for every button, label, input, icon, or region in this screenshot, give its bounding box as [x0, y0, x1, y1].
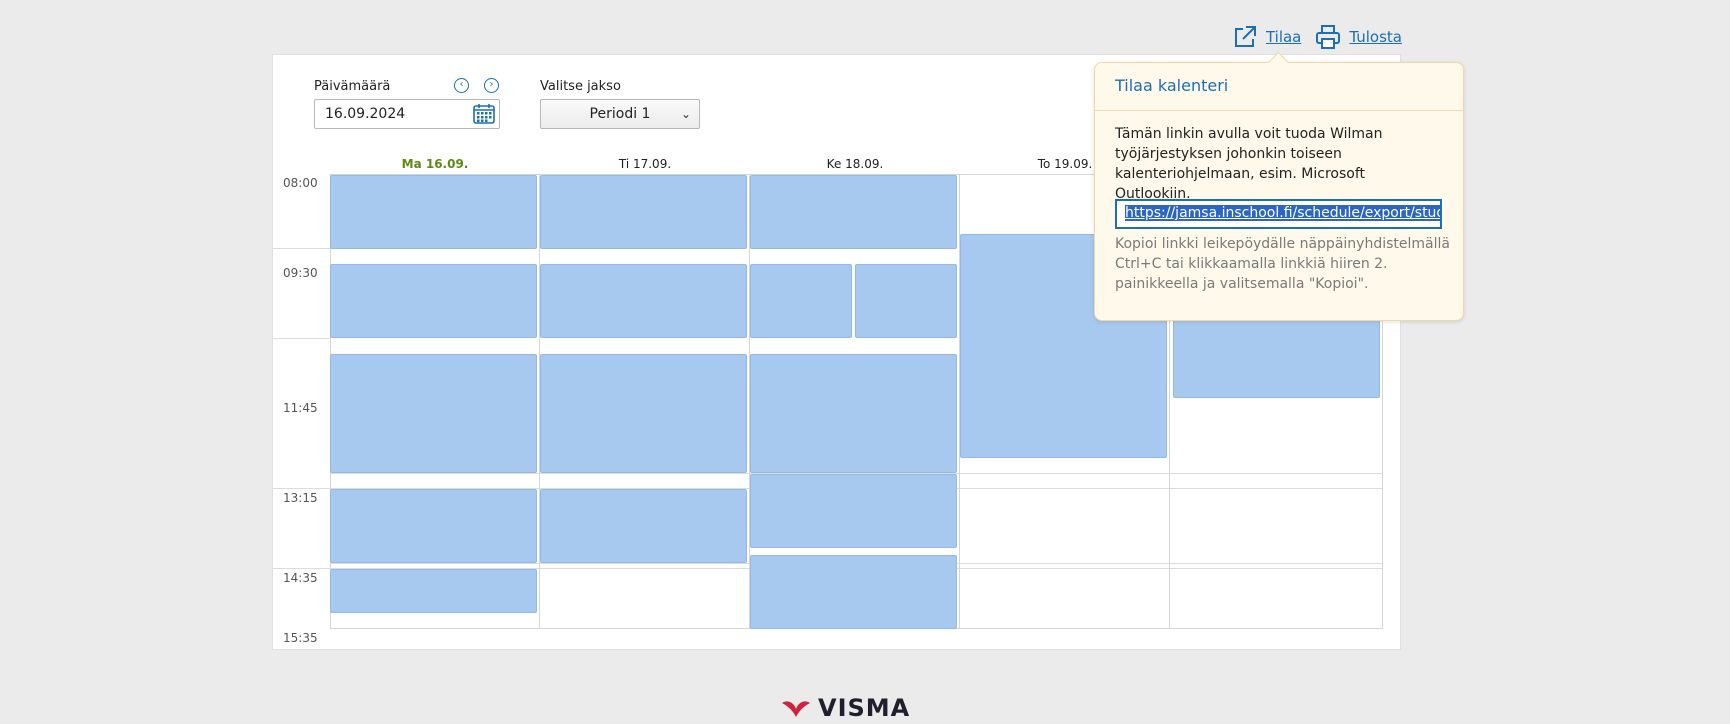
lesson-event[interactable]	[330, 354, 537, 473]
lesson-event[interactable]	[855, 264, 957, 338]
date-label: Päivämäärä	[314, 79, 391, 94]
previous-date-button[interactable]: ‹	[454, 78, 469, 93]
grid-line	[273, 248, 330, 249]
time-label: 14:35	[283, 571, 318, 585]
lesson-event[interactable]	[330, 175, 537, 249]
printer-icon	[1316, 25, 1341, 49]
period-value: Periodi 1	[589, 106, 651, 122]
lesson-event[interactable]	[330, 569, 537, 613]
next-date-button[interactable]: ›	[484, 78, 499, 93]
popup-title: Tilaa kalenteri	[1115, 76, 1229, 95]
lesson-event[interactable]	[750, 474, 957, 548]
day-header-tuesday: Ti 17.09.	[618, 157, 672, 171]
brand-name: VISMA	[818, 694, 911, 722]
date-input[interactable]: 16.09.2024	[314, 99, 500, 129]
subscribe-label[interactable]: Tilaa	[1266, 28, 1301, 46]
day-header-wednesday: Ke 18.09.	[826, 157, 884, 171]
lesson-event[interactable]	[540, 264, 747, 338]
time-label: 08:00	[283, 176, 318, 190]
popup-description: Tämän linkin avulla voit tuoda Wilman ty…	[1115, 126, 1383, 202]
print-label[interactable]: Tulosta	[1349, 28, 1402, 46]
visma-logo: VISMA	[780, 694, 910, 722]
popup-hint: Kopioi linkki leikepöydälle näppäinyhdis…	[1115, 236, 1450, 292]
print-link[interactable]: Tulosta	[1315, 24, 1402, 50]
chevron-down-icon: ⌄	[680, 107, 691, 121]
subscribe-calendar-popup: Tilaa kalenteri Tämän linkin avulla voit…	[1094, 62, 1464, 321]
period-label: Valitse jakso	[540, 79, 621, 94]
subscribe-link[interactable]: Tilaa	[1232, 24, 1301, 50]
lesson-event[interactable]	[330, 489, 537, 563]
time-label: 15:35	[283, 631, 318, 645]
time-label: 11:45	[283, 401, 318, 415]
external-link-icon	[1234, 26, 1256, 47]
lesson-event[interactable]	[750, 264, 852, 338]
lesson-event[interactable]	[750, 354, 957, 473]
lesson-event[interactable]	[540, 354, 747, 473]
period-select[interactable]: Periodi 1 ⌄	[540, 99, 700, 129]
calendar-url-text[interactable]: https://jamsa.inschool.fi/schedule/expor…	[1125, 205, 1440, 221]
lesson-event[interactable]	[540, 489, 747, 563]
calendar-url-field[interactable]: https://jamsa.inschool.fi/schedule/expor…	[1115, 199, 1442, 229]
date-value: 16.09.2024	[325, 106, 406, 122]
day-header-monday: Ma 16.09.	[401, 157, 469, 171]
lesson-event[interactable]	[750, 175, 957, 249]
visma-mark-icon	[782, 701, 810, 717]
calendar-icon[interactable]	[472, 103, 496, 125]
time-label: 09:30	[283, 266, 318, 280]
lesson-event[interactable]	[540, 175, 747, 249]
popup-divider	[1095, 110, 1463, 111]
lesson-event[interactable]	[330, 264, 537, 338]
lesson-event[interactable]	[750, 555, 957, 629]
grid-line	[273, 338, 330, 339]
time-label: 13:15	[283, 491, 318, 505]
top-actions: Tilaa Tulosta	[1232, 24, 1402, 50]
